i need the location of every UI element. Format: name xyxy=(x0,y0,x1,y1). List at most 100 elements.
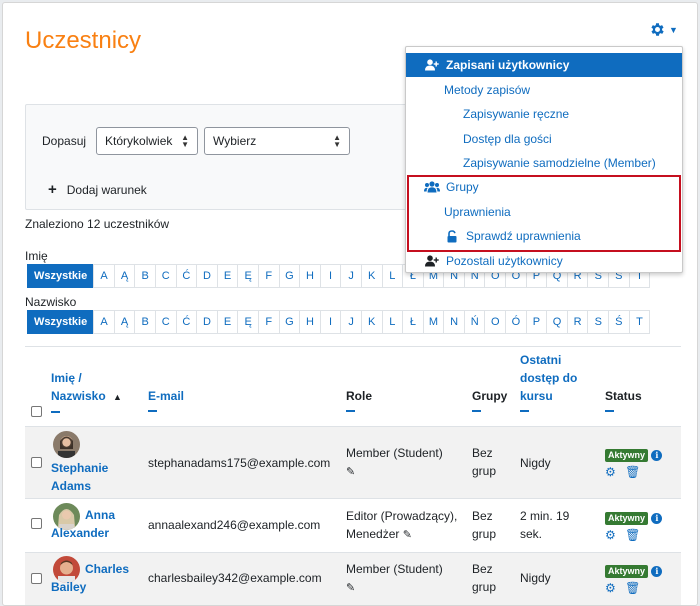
row-checkbox[interactable] xyxy=(31,573,42,584)
menu-item-enrol-methods[interactable]: Metody zapisów xyxy=(406,78,682,102)
collapse-column-icon[interactable] xyxy=(51,411,60,413)
user-last-access: Nigdy xyxy=(520,571,551,585)
collapse-column-icon[interactable] xyxy=(148,410,157,412)
last-name-initial[interactable]: S xyxy=(587,310,610,334)
select-all-checkbox[interactable] xyxy=(31,406,42,417)
first-name-initial[interactable]: B xyxy=(134,264,156,288)
first-name-initial[interactable]: I xyxy=(319,264,342,288)
add-condition-button[interactable]: + Dodaj warunek xyxy=(48,181,147,198)
user-status: Aktywny i ⚙ 🗑 xyxy=(605,445,663,481)
collapse-column-icon[interactable] xyxy=(472,410,481,412)
last-name-initial[interactable]: C xyxy=(154,310,177,334)
course-actions-menu-toggle[interactable]: ▼ xyxy=(649,21,678,38)
first-name-initial[interactable]: C xyxy=(154,264,177,288)
last-name-initial[interactable]: B xyxy=(134,310,156,334)
last-name-initial[interactable]: A xyxy=(93,310,115,334)
first-name-initials-label: Imię xyxy=(25,249,48,263)
info-icon[interactable]: i xyxy=(651,449,663,461)
user-name-link[interactable]: Charles Bailey xyxy=(51,560,129,596)
menu-item-other-users[interactable]: Pozostali użytkownicy xyxy=(406,249,682,273)
user-last-access: 2 min. 19 sek. xyxy=(520,509,570,541)
first-name-initial[interactable]: E xyxy=(216,264,239,288)
pencil-icon[interactable]: ✎ xyxy=(403,529,412,541)
trash-icon[interactable]: 🗑 xyxy=(625,465,640,479)
match-select[interactable]: Którykolwiek ▲ ▼ xyxy=(96,127,199,155)
last-name-initial[interactable]: J xyxy=(340,310,362,334)
last-name-initial[interactable]: Ą xyxy=(113,310,136,334)
trash-icon[interactable]: 🗑 xyxy=(625,528,640,542)
last-name-initial[interactable]: L xyxy=(381,310,404,334)
last-name-initial[interactable]: M xyxy=(422,310,445,334)
first-name-initial[interactable]: Ć xyxy=(175,264,198,288)
menu-item-guest-access[interactable]: Dostęp dla gości xyxy=(406,127,682,151)
last-name-initial[interactable]: E xyxy=(216,310,239,334)
trash-icon[interactable]: 🗑 xyxy=(625,581,640,595)
row-checkbox[interactable] xyxy=(31,457,42,468)
last-name-initial[interactable]: G xyxy=(278,310,301,334)
last-name-initial[interactable]: P xyxy=(525,310,548,334)
first-name-initial[interactable]: D xyxy=(196,264,218,288)
groups-header: Grupy xyxy=(472,387,507,412)
first-name-initial[interactable]: Ę xyxy=(237,264,259,288)
avatar[interactable] xyxy=(53,431,80,458)
last-name-initial[interactable]: H xyxy=(299,310,321,334)
user-status: Aktywny i ⚙ 🗑 xyxy=(605,561,663,597)
collapse-column-icon[interactable] xyxy=(520,410,529,412)
gear-icon[interactable]: ⚙ xyxy=(605,528,616,542)
divider xyxy=(25,346,681,347)
user-roles: Member (Student) ✎ xyxy=(346,562,443,594)
menu-item-enrolled-users[interactable]: Zapisani użytkownicy xyxy=(406,53,682,77)
last-name-initial[interactable]: Ć xyxy=(175,310,198,334)
first-name-initial[interactable]: K xyxy=(360,264,383,288)
page-frame: Uczestnicy ▼ Dopasuj Którykolwiek ▲ ▼ Wyb… xyxy=(2,2,698,606)
last-name-initial[interactable]: Ó xyxy=(505,310,527,334)
last-name-initial[interactable]: Ś xyxy=(608,310,630,334)
first-name-initial[interactable]: G xyxy=(278,264,301,288)
user-name-link[interactable]: Anna Alexander xyxy=(51,506,115,542)
last-name-initial[interactable]: R xyxy=(566,310,589,334)
sort-last-access-header[interactable]: Ostatni dostęp do kursu xyxy=(520,351,577,412)
last-name-initial[interactable]: K xyxy=(360,310,383,334)
first-name-initial[interactable]: F xyxy=(257,264,280,288)
user-last-access: Nigdy xyxy=(520,456,551,470)
last-name-initial[interactable]: O xyxy=(484,310,507,334)
last-name-initial[interactable]: F xyxy=(257,310,280,334)
filter-type-select[interactable]: Wybierz ▲ ▼ xyxy=(204,127,351,155)
first-name-initial[interactable]: Ą xyxy=(113,264,136,288)
last-name-initial[interactable]: I xyxy=(319,310,342,334)
initial-all-first[interactable]: Wszystkie xyxy=(27,264,95,288)
gear-icon[interactable]: ⚙ xyxy=(605,465,616,479)
pencil-icon[interactable]: ✎ xyxy=(346,582,355,594)
last-name-initial[interactable]: T xyxy=(628,310,651,334)
menu-item-manual-enrol[interactable]: Zapisywanie ręczne xyxy=(406,102,682,126)
course-actions-dropdown: Zapisani użytkownicy Metody zapisów Zapi… xyxy=(405,46,683,273)
sort-email-header[interactable]: E-mail xyxy=(148,387,184,412)
last-name-initial[interactable]: Ł xyxy=(402,310,424,334)
add-user-icon xyxy=(424,59,440,71)
collapse-column-icon[interactable] xyxy=(605,410,614,412)
menu-item-self-enrol[interactable]: Zapisywanie samodzielne (Member) xyxy=(406,151,682,175)
first-name-initial[interactable]: L xyxy=(381,264,404,288)
row-checkbox[interactable] xyxy=(31,518,42,529)
last-name-initials-label: Nazwisko xyxy=(25,295,77,309)
last-name-initial[interactable]: Q xyxy=(546,310,568,334)
sort-name-header[interactable]: Imię / Nazwisko ▲ xyxy=(51,369,122,413)
sort-arrows-icon: ▲ ▼ xyxy=(333,133,342,149)
last-name-initial[interactable]: Ę xyxy=(237,310,259,334)
pencil-icon[interactable]: ✎ xyxy=(346,466,355,478)
first-name-initial[interactable]: J xyxy=(340,264,362,288)
info-icon[interactable]: i xyxy=(651,512,663,524)
first-name-initial[interactable]: A xyxy=(93,264,115,288)
last-name-initial[interactable]: D xyxy=(196,310,218,334)
info-icon[interactable]: i xyxy=(651,565,663,577)
initial-all-last[interactable]: Wszystkie xyxy=(27,310,95,334)
collapse-column-icon[interactable] xyxy=(346,410,355,412)
last-name-initial[interactable]: Ń xyxy=(463,310,486,334)
last-name-initial[interactable]: N xyxy=(443,310,465,334)
user-groups: Bez grup xyxy=(472,509,497,541)
gear-icon[interactable]: ⚙ xyxy=(605,581,616,595)
status-badge: Aktywny xyxy=(605,565,649,578)
first-name-initial[interactable]: H xyxy=(299,264,321,288)
user-roles: Editor (Prowadzący), Menedżer ✎ xyxy=(346,509,458,541)
user-name-link[interactable]: Stephanie Adams xyxy=(51,459,108,495)
